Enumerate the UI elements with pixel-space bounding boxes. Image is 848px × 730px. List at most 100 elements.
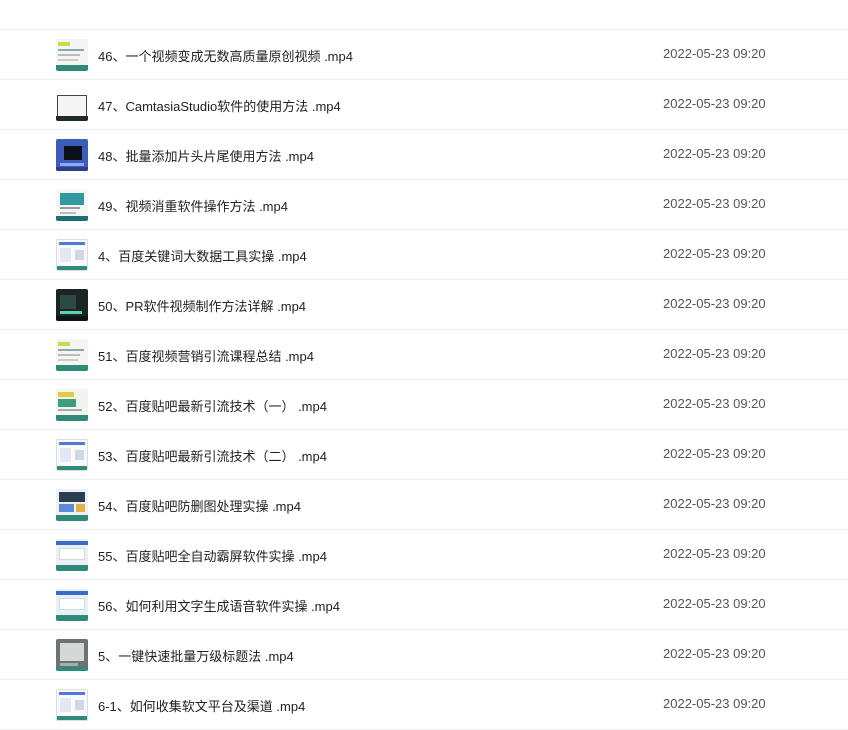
video-thumbnail[interactable] bbox=[56, 639, 88, 671]
file-name[interactable]: 54、百度贴吧防删图处理实操 .mp4 bbox=[98, 496, 301, 515]
video-thumbnail[interactable] bbox=[56, 289, 88, 321]
file-name[interactable]: 52、百度贴吧最新引流技术（一） .mp4 bbox=[98, 396, 327, 415]
thumbnail-detail bbox=[58, 59, 78, 61]
file-modified-date: 2022-05-23 09:20 bbox=[663, 346, 766, 361]
thumbnail-detail bbox=[56, 591, 88, 595]
file-name[interactable]: 6-1、如何收集软文平台及渠道 .mp4 bbox=[98, 696, 305, 715]
video-thumbnail[interactable] bbox=[56, 39, 88, 71]
file-modified-date: 2022-05-23 09:20 bbox=[663, 696, 766, 711]
thumbnail-detail bbox=[56, 541, 88, 545]
video-thumbnail[interactable] bbox=[56, 539, 88, 571]
video-thumbnail[interactable] bbox=[56, 189, 88, 221]
thumbnail-detail bbox=[56, 515, 88, 521]
thumbnail-detail bbox=[58, 354, 80, 356]
file-name[interactable]: 4、百度关键词大数据工具实操 .mp4 bbox=[98, 246, 307, 265]
thumbnail-detail bbox=[60, 311, 82, 314]
video-thumbnail[interactable] bbox=[56, 489, 88, 521]
thumbnail-detail bbox=[56, 167, 88, 171]
file-row[interactable]: 50、PR软件视频制作方法详解 .mp4 2022-05-23 09:20 bbox=[0, 280, 848, 330]
video-thumbnail[interactable] bbox=[56, 89, 88, 121]
thumbnail-detail bbox=[60, 212, 76, 214]
file-modified-date: 2022-05-23 09:20 bbox=[663, 546, 766, 561]
thumbnail-detail bbox=[58, 392, 74, 397]
file-modified-date: 2022-05-23 09:20 bbox=[663, 446, 766, 461]
file-modified-date: 2022-05-23 09:20 bbox=[663, 296, 766, 311]
thumbnail-detail bbox=[59, 442, 85, 445]
file-list: 46、一个视频变成无数高质量原创视频 .mp4 2022-05-23 09:20 4… bbox=[0, 0, 848, 730]
file-name[interactable]: 55、百度贴吧全自动霸屏软件实操 .mp4 bbox=[98, 546, 327, 565]
file-row[interactable]: 5、一键快速批量万级标题法 .mp4 2022-05-23 09:20 bbox=[0, 630, 848, 680]
file-name[interactable]: 5、一键快速批量万级标题法 .mp4 bbox=[98, 646, 294, 665]
thumbnail-detail bbox=[59, 548, 85, 560]
video-thumbnail[interactable] bbox=[56, 139, 88, 171]
thumbnail-detail bbox=[59, 504, 74, 512]
file-name[interactable]: 51、百度视频营销引流课程总结 .mp4 bbox=[98, 346, 314, 365]
thumbnail-detail bbox=[60, 207, 80, 209]
file-modified-date: 2022-05-23 09:20 bbox=[663, 496, 766, 511]
video-thumbnail[interactable] bbox=[56, 389, 88, 421]
thumbnail-detail bbox=[58, 359, 78, 361]
thumbnail-detail bbox=[57, 716, 87, 720]
file-row[interactable]: 55、百度贴吧全自动霸屏软件实操 .mp4 2022-05-23 09:20 bbox=[0, 530, 848, 580]
thumbnail-detail bbox=[58, 42, 70, 46]
video-thumbnail[interactable] bbox=[56, 439, 88, 471]
thumbnail-detail bbox=[58, 399, 76, 407]
thumbnail-detail bbox=[59, 598, 85, 610]
video-thumbnail[interactable] bbox=[56, 239, 88, 271]
file-modified-date: 2022-05-23 09:20 bbox=[663, 196, 766, 211]
thumbnail-detail bbox=[56, 415, 88, 421]
video-thumbnail[interactable] bbox=[56, 689, 88, 721]
video-thumbnail[interactable] bbox=[56, 589, 88, 621]
thumbnail-detail bbox=[56, 216, 88, 221]
file-row[interactable]: 46、一个视频变成无数高质量原创视频 .mp4 2022-05-23 09:20 bbox=[0, 30, 848, 80]
file-modified-date: 2022-05-23 09:20 bbox=[663, 96, 766, 111]
thumbnail-detail bbox=[75, 250, 84, 260]
thumbnail-detail bbox=[56, 667, 88, 671]
file-row[interactable]: 49、视频消重软件操作方法 .mp4 2022-05-23 09:20 bbox=[0, 180, 848, 230]
file-name[interactable]: 56、如何利用文字生成语音软件实操 .mp4 bbox=[98, 596, 340, 615]
file-row[interactable]: 51、百度视频营销引流课程总结 .mp4 2022-05-23 09:20 bbox=[0, 330, 848, 380]
thumbnail-detail bbox=[58, 49, 84, 51]
video-thumbnail[interactable] bbox=[56, 339, 88, 371]
file-row[interactable]: 53、百度贴吧最新引流技术（二） .mp4 2022-05-23 09:20 bbox=[0, 430, 848, 480]
file-row[interactable]: 47、CamtasiaStudio软件的使用方法 .mp4 2022-05-23 … bbox=[0, 80, 848, 130]
thumbnail-detail bbox=[76, 504, 85, 512]
thumbnail-detail bbox=[56, 615, 88, 621]
file-name[interactable]: 49、视频消重软件操作方法 .mp4 bbox=[98, 196, 288, 215]
thumbnail-detail bbox=[58, 54, 80, 56]
thumbnail-detail bbox=[56, 65, 88, 71]
file-row[interactable]: 4、百度关键词大数据工具实操 .mp4 2022-05-23 09:20 bbox=[0, 230, 848, 280]
file-row[interactable]: 52、百度贴吧最新引流技术（一） .mp4 2022-05-23 09:20 bbox=[0, 380, 848, 430]
thumbnail-detail bbox=[57, 95, 87, 117]
file-row[interactable]: 48、批量添加片头片尾使用方法 .mp4 2022-05-23 09:20 bbox=[0, 130, 848, 180]
file-modified-date: 2022-05-23 09:20 bbox=[663, 596, 766, 611]
file-name[interactable]: 50、PR软件视频制作方法详解 .mp4 bbox=[98, 296, 306, 315]
thumbnail-detail bbox=[60, 248, 71, 262]
thumbnail-detail bbox=[60, 193, 84, 205]
file-row[interactable]: 56、如何利用文字生成语音软件实操 .mp4 2022-05-23 09:20 bbox=[0, 580, 848, 630]
file-row-spacer bbox=[0, 0, 848, 30]
thumbnail-detail bbox=[60, 663, 78, 666]
thumbnail-detail bbox=[75, 700, 84, 710]
file-name[interactable]: 46、一个视频变成无数高质量原创视频 .mp4 bbox=[98, 46, 353, 65]
thumbnail-detail bbox=[60, 163, 84, 166]
file-name[interactable]: 47、CamtasiaStudio软件的使用方法 .mp4 bbox=[98, 96, 341, 115]
file-row[interactable]: 54、百度贴吧防删图处理实操 .mp4 2022-05-23 09:20 bbox=[0, 480, 848, 530]
file-modified-date: 2022-05-23 09:20 bbox=[663, 146, 766, 161]
thumbnail-detail bbox=[59, 242, 85, 245]
file-row[interactable]: 6-1、如何收集软文平台及渠道 .mp4 2022-05-23 09:20 bbox=[0, 680, 848, 730]
thumbnail-detail bbox=[57, 466, 87, 470]
thumbnail-detail bbox=[64, 146, 82, 160]
thumbnail-detail bbox=[56, 365, 88, 371]
thumbnail-detail bbox=[56, 116, 88, 121]
thumbnail-detail bbox=[60, 643, 84, 661]
thumbnail-detail bbox=[60, 698, 71, 712]
thumbnail-detail bbox=[58, 342, 70, 346]
thumbnail-detail bbox=[56, 565, 88, 571]
file-name[interactable]: 53、百度贴吧最新引流技术（二） .mp4 bbox=[98, 446, 327, 465]
thumbnail-detail bbox=[58, 349, 84, 351]
thumbnail-detail bbox=[59, 692, 85, 695]
thumbnail-detail bbox=[60, 448, 71, 462]
thumbnail-detail bbox=[75, 450, 84, 460]
file-name[interactable]: 48、批量添加片头片尾使用方法 .mp4 bbox=[98, 146, 314, 165]
